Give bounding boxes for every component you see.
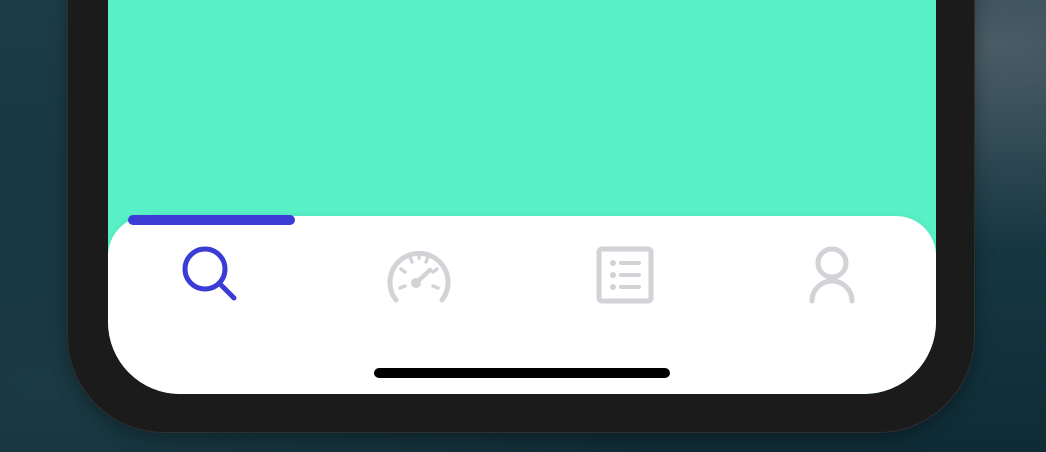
tab-list[interactable]: [585, 240, 665, 310]
list-icon: [596, 246, 654, 304]
tab-profile[interactable]: [792, 240, 872, 310]
active-tab-indicator: [128, 215, 295, 225]
home-indicator: [374, 368, 670, 378]
user-icon: [809, 246, 855, 304]
tab-search[interactable]: [171, 240, 251, 310]
speedometer-icon: [387, 250, 451, 303]
bottom-tab-bar: [108, 215, 936, 394]
tab-dashboard[interactable]: [379, 240, 459, 310]
search-icon: [182, 246, 237, 301]
app-screen: [108, 0, 936, 394]
